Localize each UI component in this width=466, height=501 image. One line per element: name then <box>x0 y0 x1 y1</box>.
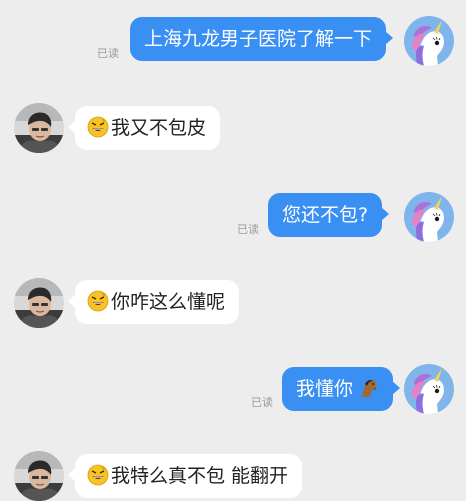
message-bubble[interactable]: 你咋这么懂呢 <box>67 280 240 324</box>
read-receipt: 已读 <box>251 396 273 409</box>
grinning-emoji-icon <box>87 290 109 312</box>
message-bubble[interactable]: 我懂你 <box>282 367 401 411</box>
read-receipt: 已读 <box>237 223 259 236</box>
message-bubble[interactable]: 我特么真不包 能翻开 <box>67 454 303 498</box>
contact-avatar[interactable] <box>14 103 64 153</box>
message-bubble[interactable]: 您还不包? <box>268 193 390 237</box>
contact-avatar[interactable] <box>14 278 64 328</box>
message-bubble[interactable]: 我又不包皮 <box>67 106 221 150</box>
message-text: 我懂你 <box>296 378 354 400</box>
grinning-emoji-icon <box>87 116 109 138</box>
message-text: 您还不包? <box>282 204 369 226</box>
message-text: 我又不包皮 <box>111 117 207 139</box>
self-avatar-unicorn-icon[interactable] <box>404 192 454 242</box>
contact-avatar[interactable] <box>14 451 64 501</box>
self-avatar-unicorn-icon[interactable] <box>404 364 454 414</box>
grinning-emoji-icon <box>87 464 109 486</box>
self-avatar-unicorn-icon[interactable] <box>404 16 454 66</box>
message-text: 我特么真不包 能翻开 <box>111 465 289 487</box>
message-bubble[interactable]: 上海九龙男子医院了解一下 <box>130 17 394 61</box>
horse-emoji-icon <box>357 377 379 399</box>
read-receipt: 已读 <box>97 47 119 60</box>
message-text: 上海九龙男子医院了解一下 <box>144 28 373 50</box>
message-text: 你咋这么懂呢 <box>111 291 226 313</box>
